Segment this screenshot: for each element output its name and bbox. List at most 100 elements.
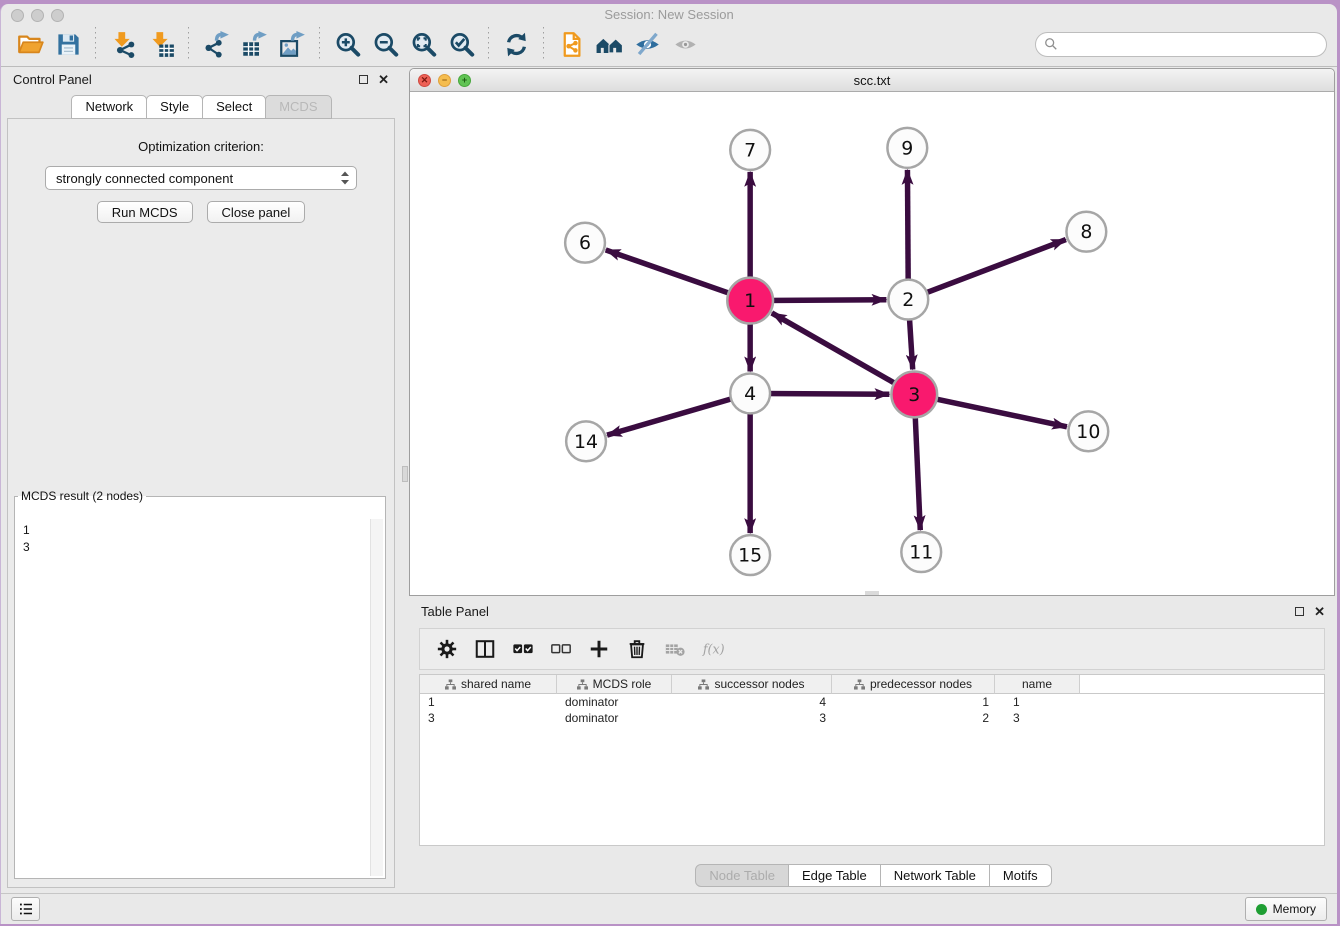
column-header-successor-nodes[interactable]: successor nodes (672, 675, 832, 694)
zoom-fit-button[interactable] (407, 28, 439, 60)
show-all-icon (672, 31, 699, 58)
task-history-button[interactable] (11, 897, 40, 921)
table-row[interactable]: 3dominator323 (420, 710, 1324, 726)
duplicate-network-button[interactable] (555, 28, 587, 60)
table-cell[interactable]: 1 (420, 694, 557, 710)
column-header-name[interactable]: name (995, 675, 1080, 694)
tab-network[interactable]: Network (71, 95, 147, 119)
toolbar-separator (95, 27, 96, 61)
toggle-panel-button[interactable] (472, 636, 498, 662)
graph-edge-2-8[interactable] (908, 240, 1066, 300)
mcds-result-node: 1 (23, 522, 364, 539)
import-network-button[interactable] (107, 28, 139, 60)
header-filler (1080, 675, 1324, 694)
search-input[interactable] (1063, 36, 1318, 53)
select-all-icon (512, 638, 534, 660)
table-row[interactable]: 1dominator411 (420, 694, 1324, 710)
zoom-selected-button[interactable] (445, 28, 477, 60)
search-icon (1044, 37, 1058, 51)
deselect-all-button[interactable] (548, 636, 574, 662)
table-cell[interactable]: dominator (557, 694, 672, 710)
column-label: predecessor nodes (870, 677, 972, 691)
list-icon (17, 900, 35, 918)
network-close-button[interactable]: ✕ (418, 74, 431, 87)
select-all-button[interactable] (510, 636, 536, 662)
table-cell[interactable]: 1 (832, 694, 995, 710)
zoom-selected-icon (448, 31, 475, 58)
duplicate-network-icon (558, 31, 585, 58)
criterion-label: Optimization criterion: (8, 139, 394, 154)
network-zoom-button[interactable]: + (458, 74, 471, 87)
result-scrollbar[interactable] (370, 519, 383, 876)
graph-node-label-15: 15 (738, 545, 762, 567)
canvas-resize-grip[interactable] (865, 591, 879, 595)
column-header-shared-name[interactable]: shared name (420, 675, 557, 694)
graph-node-label-1: 1 (744, 290, 756, 312)
chevron-up-down-icon (340, 170, 350, 186)
close-panel-icon[interactable]: ✕ (378, 73, 389, 86)
tab-select[interactable]: Select (202, 95, 266, 119)
zoom-fit-icon (410, 31, 437, 58)
table-cell[interactable]: 3 (672, 710, 832, 726)
open-session-button[interactable] (14, 28, 46, 60)
splitter-grip[interactable] (402, 466, 408, 482)
tab-mcds[interactable]: MCDS (265, 95, 331, 119)
table-cell[interactable]: 3 (420, 710, 557, 726)
import-table-button[interactable] (145, 28, 177, 60)
export-network-icon (203, 31, 230, 58)
add-entry-button[interactable] (586, 636, 612, 662)
close-panel-button[interactable]: Close panel (207, 201, 306, 223)
tab-motifs[interactable]: Motifs (989, 864, 1052, 887)
column-header-predecessor-nodes[interactable]: predecessor nodes (832, 675, 995, 694)
first-neighbors-button[interactable] (593, 28, 625, 60)
delete-entry-button[interactable] (624, 636, 650, 662)
zoom-out-button[interactable] (369, 28, 401, 60)
tab-network-table[interactable]: Network Table (880, 864, 990, 887)
control-panel-title: Control Panel (13, 72, 92, 87)
save-session-icon (55, 31, 82, 58)
memory-label: Memory (1273, 902, 1316, 916)
graph-edge-3-1[interactable] (772, 313, 915, 394)
column-header-mcds-role[interactable]: MCDS role (557, 675, 672, 694)
network-window-titlebar: ✕ − + scc.txt (410, 69, 1334, 92)
table-cell[interactable]: 2 (832, 710, 995, 726)
close-table-panel-icon[interactable]: ✕ (1314, 605, 1325, 618)
network-canvas[interactable]: 1234678910111415 (410, 92, 1334, 595)
toolbar-groups (11, 27, 704, 61)
tab-style[interactable]: Style (146, 95, 203, 119)
main-toolbar (1, 22, 1337, 67)
export-table-button[interactable] (238, 28, 270, 60)
hide-selected-icon (634, 31, 661, 58)
graph-node-label-8: 8 (1080, 221, 1092, 243)
hide-selected-button[interactable] (631, 28, 663, 60)
tab-edge-table[interactable]: Edge Table (788, 864, 881, 887)
open-session-icon (17, 31, 44, 58)
app-title: Session: New Session (1, 7, 1337, 22)
graph-edge-4-14[interactable] (607, 393, 750, 435)
search-box[interactable] (1035, 32, 1327, 57)
refresh-view-button[interactable] (500, 28, 532, 60)
table-settings-button[interactable] (434, 636, 460, 662)
mcds-result-list[interactable]: 13 (17, 519, 370, 876)
table-cell[interactable]: 3 (995, 710, 1080, 726)
export-image-button[interactable] (276, 28, 308, 60)
float-panel-icon[interactable] (359, 75, 368, 84)
network-minimize-button[interactable]: − (438, 74, 451, 87)
run-mcds-button[interactable]: Run MCDS (97, 201, 193, 223)
save-session-button[interactable] (52, 28, 84, 60)
zoom-in-button[interactable] (331, 28, 363, 60)
memory-button[interactable]: Memory (1245, 897, 1327, 921)
table-cell[interactable]: dominator (557, 710, 672, 726)
table-cell[interactable]: 1 (995, 694, 1080, 710)
table-cell[interactable]: 4 (672, 694, 832, 710)
toolbar-separator (488, 27, 489, 61)
export-network-button[interactable] (200, 28, 232, 60)
float-table-panel-icon[interactable] (1295, 607, 1304, 616)
criterion-select[interactable]: strongly connected component (45, 166, 357, 190)
apply-function-button: f(x) (700, 636, 726, 662)
export-table-icon (241, 31, 268, 58)
memory-status-icon (1256, 904, 1267, 915)
control-panel: Control Panel ✕ NetworkStyleSelectMCDS O… (1, 66, 401, 893)
panel-splitter[interactable] (401, 66, 409, 893)
tab-node-table[interactable]: Node Table (695, 864, 789, 887)
